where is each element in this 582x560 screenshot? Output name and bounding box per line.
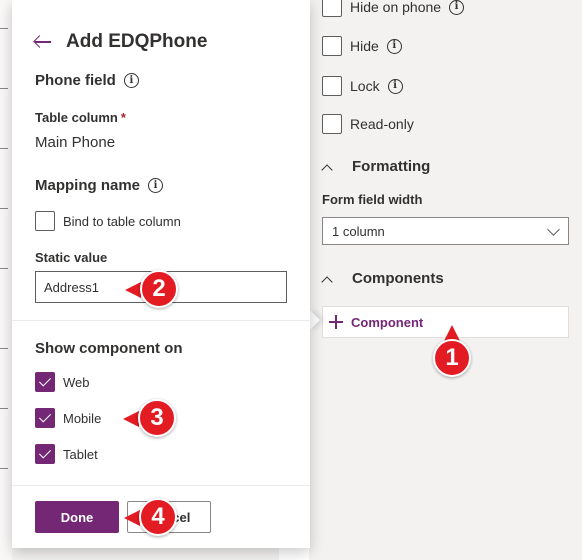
platform-mobile-option[interactable]: Mobile (35, 408, 101, 428)
plus-icon (329, 315, 343, 329)
formatting-section-header[interactable]: Formatting (322, 158, 430, 175)
callout-pointer (124, 510, 140, 526)
callout-badge-1: 1 (433, 339, 471, 377)
table-column-label-text: Table column (35, 110, 118, 125)
chevron-up-icon (322, 277, 332, 287)
static-value-text: Address1 (44, 279, 99, 295)
tablet-checkbox[interactable] (35, 444, 55, 464)
divider (12, 320, 310, 321)
back-arrow-icon[interactable] (34, 35, 52, 49)
properties-pane: Hide on phone i Hide i Lock i Read-only … (310, 0, 582, 560)
callout-badge-4: 4 (139, 498, 177, 536)
callout-badge-2: 2 (140, 270, 178, 308)
hide-on-phone-label: Hide on phone (350, 0, 442, 15)
platform-tablet-option[interactable]: Tablet (35, 444, 98, 464)
canvas-strip (0, 0, 12, 560)
canvas-marker (0, 88, 8, 89)
canvas-marker (0, 28, 8, 29)
show-component-heading: Show component on (35, 340, 183, 357)
form-field-width-dropdown[interactable]: 1 column (322, 217, 569, 245)
phone-field-heading: Phone field i (35, 72, 139, 89)
mapping-name-title: Mapping name (35, 177, 141, 194)
phone-field-title: Phone field (35, 72, 116, 89)
hide-on-phone-checkbox[interactable] (322, 0, 342, 17)
info-icon[interactable]: i (123, 73, 139, 88)
chevron-up-icon (322, 165, 332, 175)
callout-badge-3: 3 (138, 399, 176, 437)
form-field-width-label: Form field width (322, 192, 423, 207)
canvas-marker (0, 468, 8, 469)
add-component-label: Component (351, 314, 424, 330)
footer-divider (12, 485, 310, 486)
readonly-checkbox[interactable] (322, 114, 342, 134)
canvas-marker (0, 408, 8, 409)
lock-label: Lock (350, 78, 380, 94)
canvas-marker (0, 268, 8, 269)
web-checkbox[interactable] (35, 372, 55, 392)
readonly-label: Read-only (350, 116, 414, 132)
chevron-down-icon (547, 223, 560, 236)
flyout-header: Add EDQPhone (34, 31, 207, 53)
bind-to-table-column-label: Bind to table column (63, 213, 181, 229)
table-column-value: Main Phone (35, 134, 116, 151)
canvas-marker (0, 348, 8, 349)
hide-on-phone-option[interactable]: Hide on phone i (322, 0, 465, 17)
info-icon[interactable]: i (449, 0, 465, 15)
table-column-label: Table column * (35, 110, 126, 125)
info-icon[interactable]: i (387, 78, 403, 94)
show-component-title: Show component on (35, 340, 183, 357)
mapping-name-heading: Mapping name i (35, 177, 164, 194)
done-button[interactable]: Done (35, 501, 119, 533)
info-icon[interactable]: i (148, 178, 164, 193)
callout-pointer (123, 411, 139, 427)
required-marker: * (120, 110, 126, 125)
canvas-marker (0, 208, 8, 209)
tablet-label: Tablet (63, 446, 98, 462)
hide-option[interactable]: Hide i (322, 36, 402, 56)
lock-checkbox[interactable] (322, 76, 342, 96)
hide-label: Hide (350, 38, 379, 54)
mobile-label: Mobile (63, 410, 102, 426)
flyout-title: Add EDQPhone (66, 31, 208, 52)
bind-to-table-column-checkbox[interactable] (35, 211, 55, 231)
static-value-label: Static value (35, 250, 108, 265)
formatting-title: Formatting (352, 158, 431, 175)
platform-web-option[interactable]: Web (35, 372, 90, 392)
web-label: Web (63, 374, 90, 390)
callout-pointer (125, 282, 141, 298)
readonly-option[interactable]: Read-only (322, 114, 414, 134)
components-section-header[interactable]: Components (322, 270, 444, 287)
form-field-width-value: 1 column (332, 223, 385, 239)
components-title: Components (352, 270, 444, 287)
info-icon[interactable]: i (386, 38, 402, 54)
lock-option[interactable]: Lock i (322, 76, 403, 96)
mobile-checkbox[interactable] (35, 408, 55, 428)
bind-to-table-column-option[interactable]: Bind to table column (35, 211, 181, 231)
hide-checkbox[interactable] (322, 36, 342, 56)
canvas-marker (0, 148, 8, 149)
